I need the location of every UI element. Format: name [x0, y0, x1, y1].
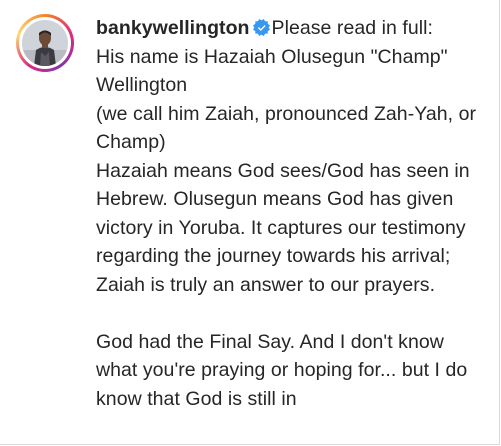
- post-caption: bankywellington Please read in full: His …: [96, 14, 486, 413]
- avatar[interactable]: [22, 20, 68, 66]
- caption-lead: Please read in full:: [271, 17, 433, 39]
- avatar-person-icon: [22, 20, 68, 66]
- caption-body: His name is Hazaiah Olusegun "Champ" Wel…: [96, 45, 477, 410]
- story-ring[interactable]: [16, 14, 74, 72]
- post-container: bankywellington Please read in full: His …: [0, 0, 500, 445]
- avatar-border: [19, 17, 71, 69]
- username-link[interactable]: bankywellington: [96, 17, 250, 39]
- verified-badge-icon: [252, 19, 270, 36]
